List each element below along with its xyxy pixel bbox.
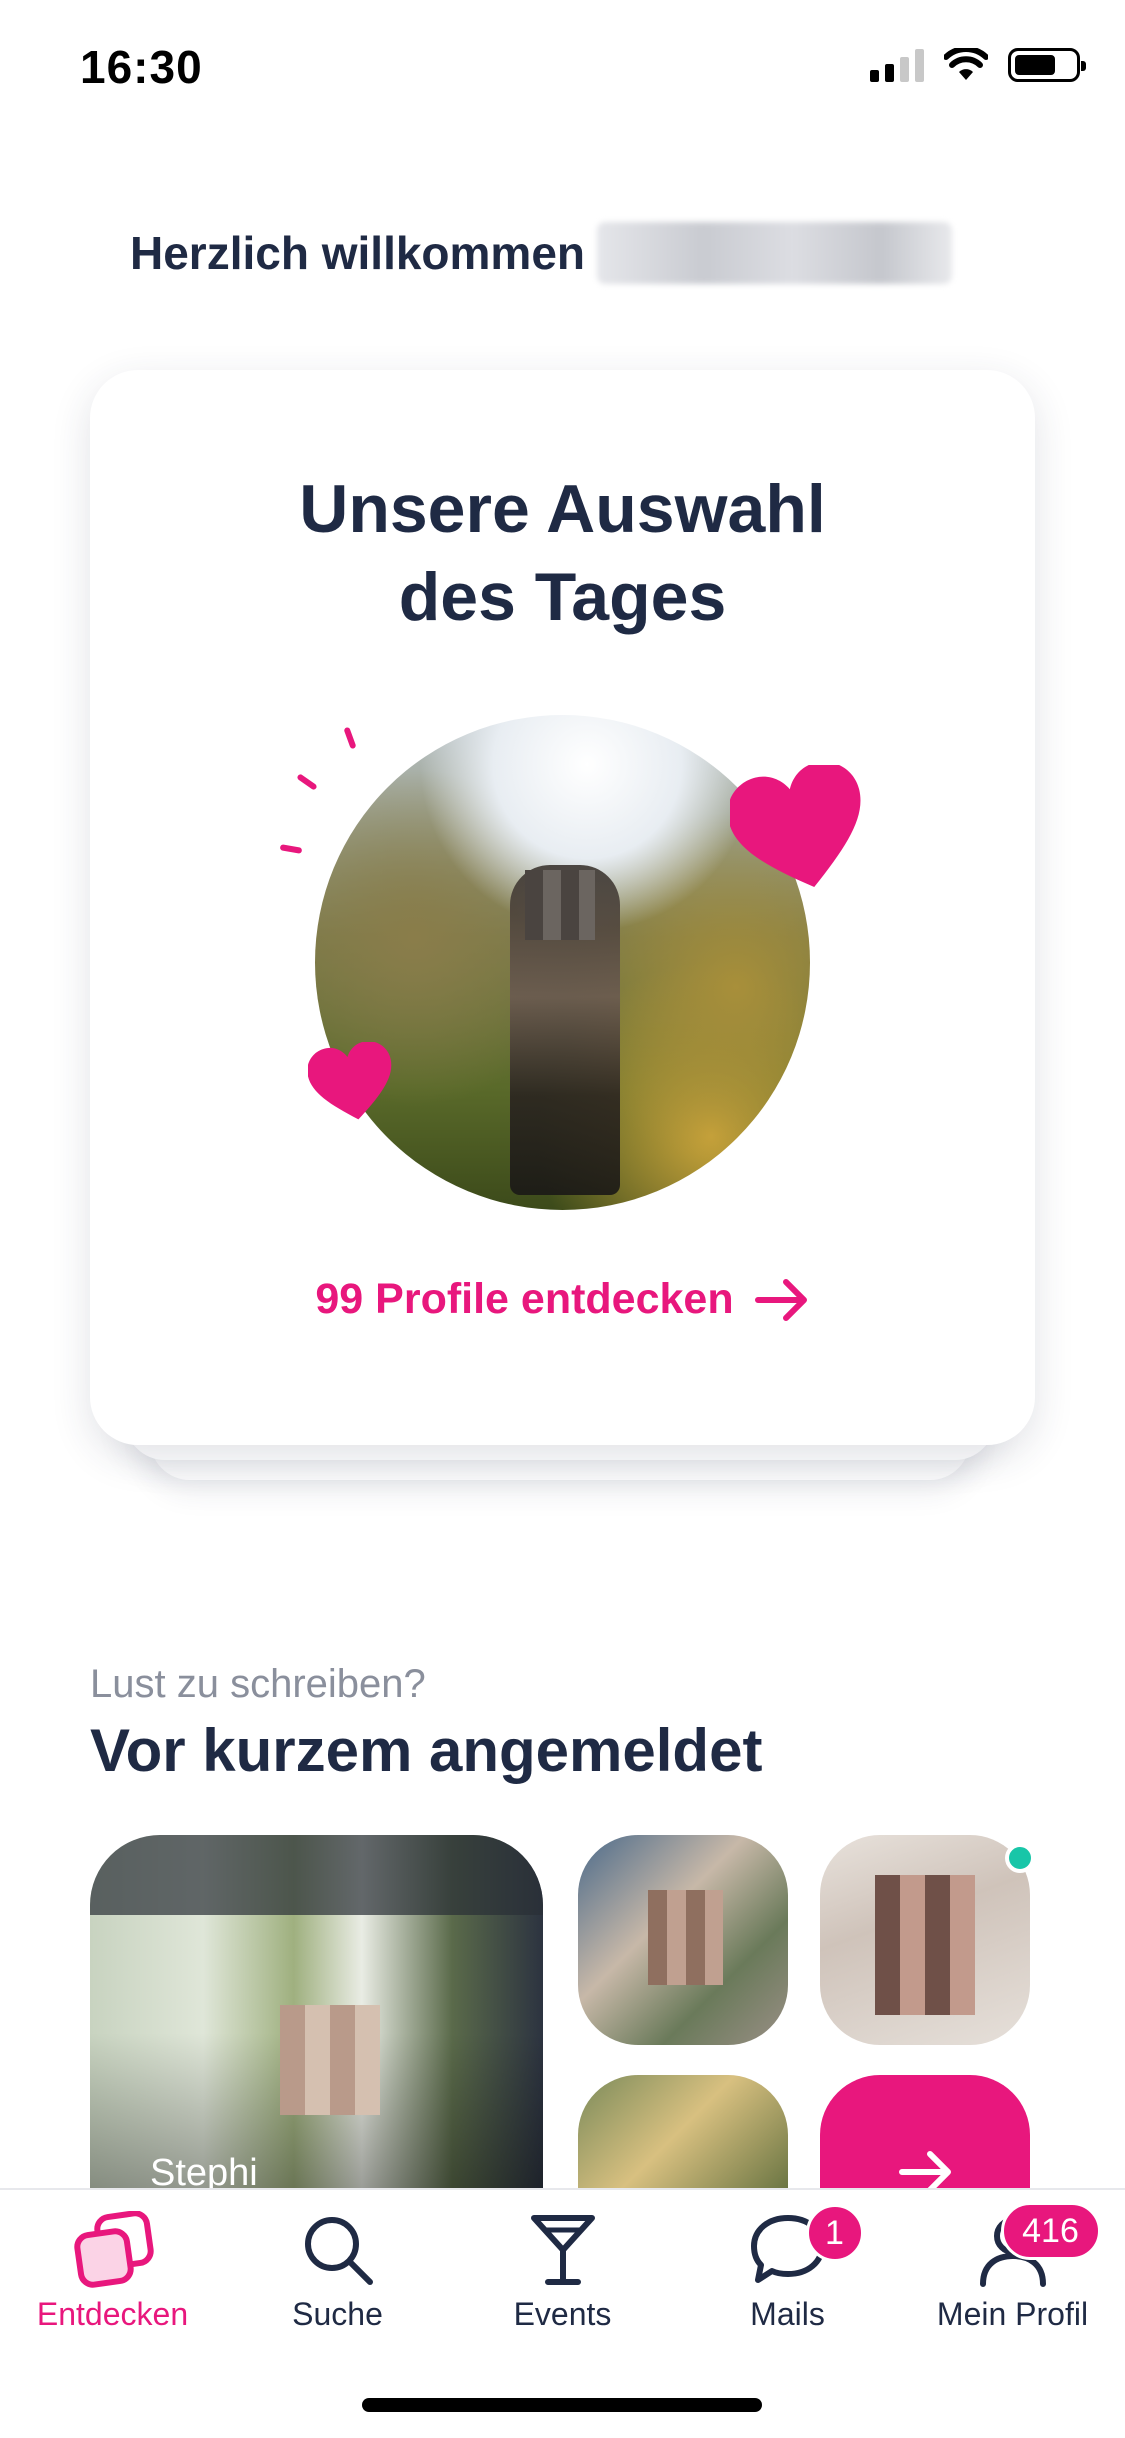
status-time: 16:30 xyxy=(80,41,203,93)
status-icons xyxy=(870,48,1086,82)
home-indicator[interactable] xyxy=(362,2398,762,2412)
status-bar: 16:30 xyxy=(0,0,1125,130)
tab-label: Mein Profil xyxy=(936,2296,1089,2332)
heart-icon xyxy=(730,765,861,888)
tab-suche[interactable]: Suche xyxy=(225,2190,450,2360)
search-icon xyxy=(304,2217,373,2285)
profile-notifications-badge: 416 xyxy=(1000,2202,1101,2260)
battery-icon xyxy=(1008,48,1086,82)
sparkle-decoration xyxy=(296,773,318,791)
heart-icon xyxy=(308,1042,392,1120)
cellular-signal-icon xyxy=(870,48,924,82)
pixelated-face xyxy=(280,2005,380,2115)
pixelated-face xyxy=(648,1890,723,1985)
daily-pick-card[interactable]: Unsere Auswahl des Tages 99 Profile entd… xyxy=(90,370,1035,1445)
online-status-dot xyxy=(1005,1843,1035,1873)
photo-background xyxy=(90,1835,543,1915)
discover-profiles-label: 99 Profile entdecken xyxy=(315,1275,734,1323)
profile-tile[interactable] xyxy=(820,1835,1030,2045)
section-subtitle: Lust zu schreiben? xyxy=(90,1662,426,1706)
cocktail-icon xyxy=(530,2215,595,2285)
tab-events[interactable]: Events xyxy=(450,2190,675,2360)
tab-label: Events xyxy=(513,2296,612,2332)
profile-tile-large[interactable]: Stephi xyxy=(90,1835,543,2195)
sparkle-decoration xyxy=(343,726,357,750)
arrow-right-icon xyxy=(754,1278,807,1321)
discover-icon xyxy=(73,2211,154,2288)
welcome-text: Herzlich willkommen xyxy=(130,227,586,279)
profile-tile[interactable] xyxy=(578,1835,788,2045)
tab-entdecken[interactable]: Entdecken xyxy=(0,2190,225,2360)
tab-mails[interactable]: 1 Mails xyxy=(675,2190,900,2360)
tab-label: Suche xyxy=(292,2296,383,2332)
sparkle-decoration xyxy=(279,844,303,854)
discover-profiles-link[interactable]: 99 Profile entdecken xyxy=(90,1275,1035,1324)
blurred-username xyxy=(597,222,953,284)
welcome-heading: Herzlich willkommen xyxy=(130,222,953,284)
tab-label: Mails xyxy=(750,2296,825,2332)
tab-label: Entdecken xyxy=(36,2296,189,2332)
tab-mein-profil[interactable]: 416 Mein Profil xyxy=(900,2190,1125,2360)
pixelated-face xyxy=(525,870,595,940)
unread-mails-badge: 1 xyxy=(805,2204,864,2262)
daily-pick-title: Unsere Auswahl des Tages xyxy=(299,471,826,635)
pixelated-face xyxy=(875,1875,975,2015)
section-title: Vor kurzem angemeldet xyxy=(90,1717,763,1784)
wifi-icon xyxy=(944,48,988,80)
